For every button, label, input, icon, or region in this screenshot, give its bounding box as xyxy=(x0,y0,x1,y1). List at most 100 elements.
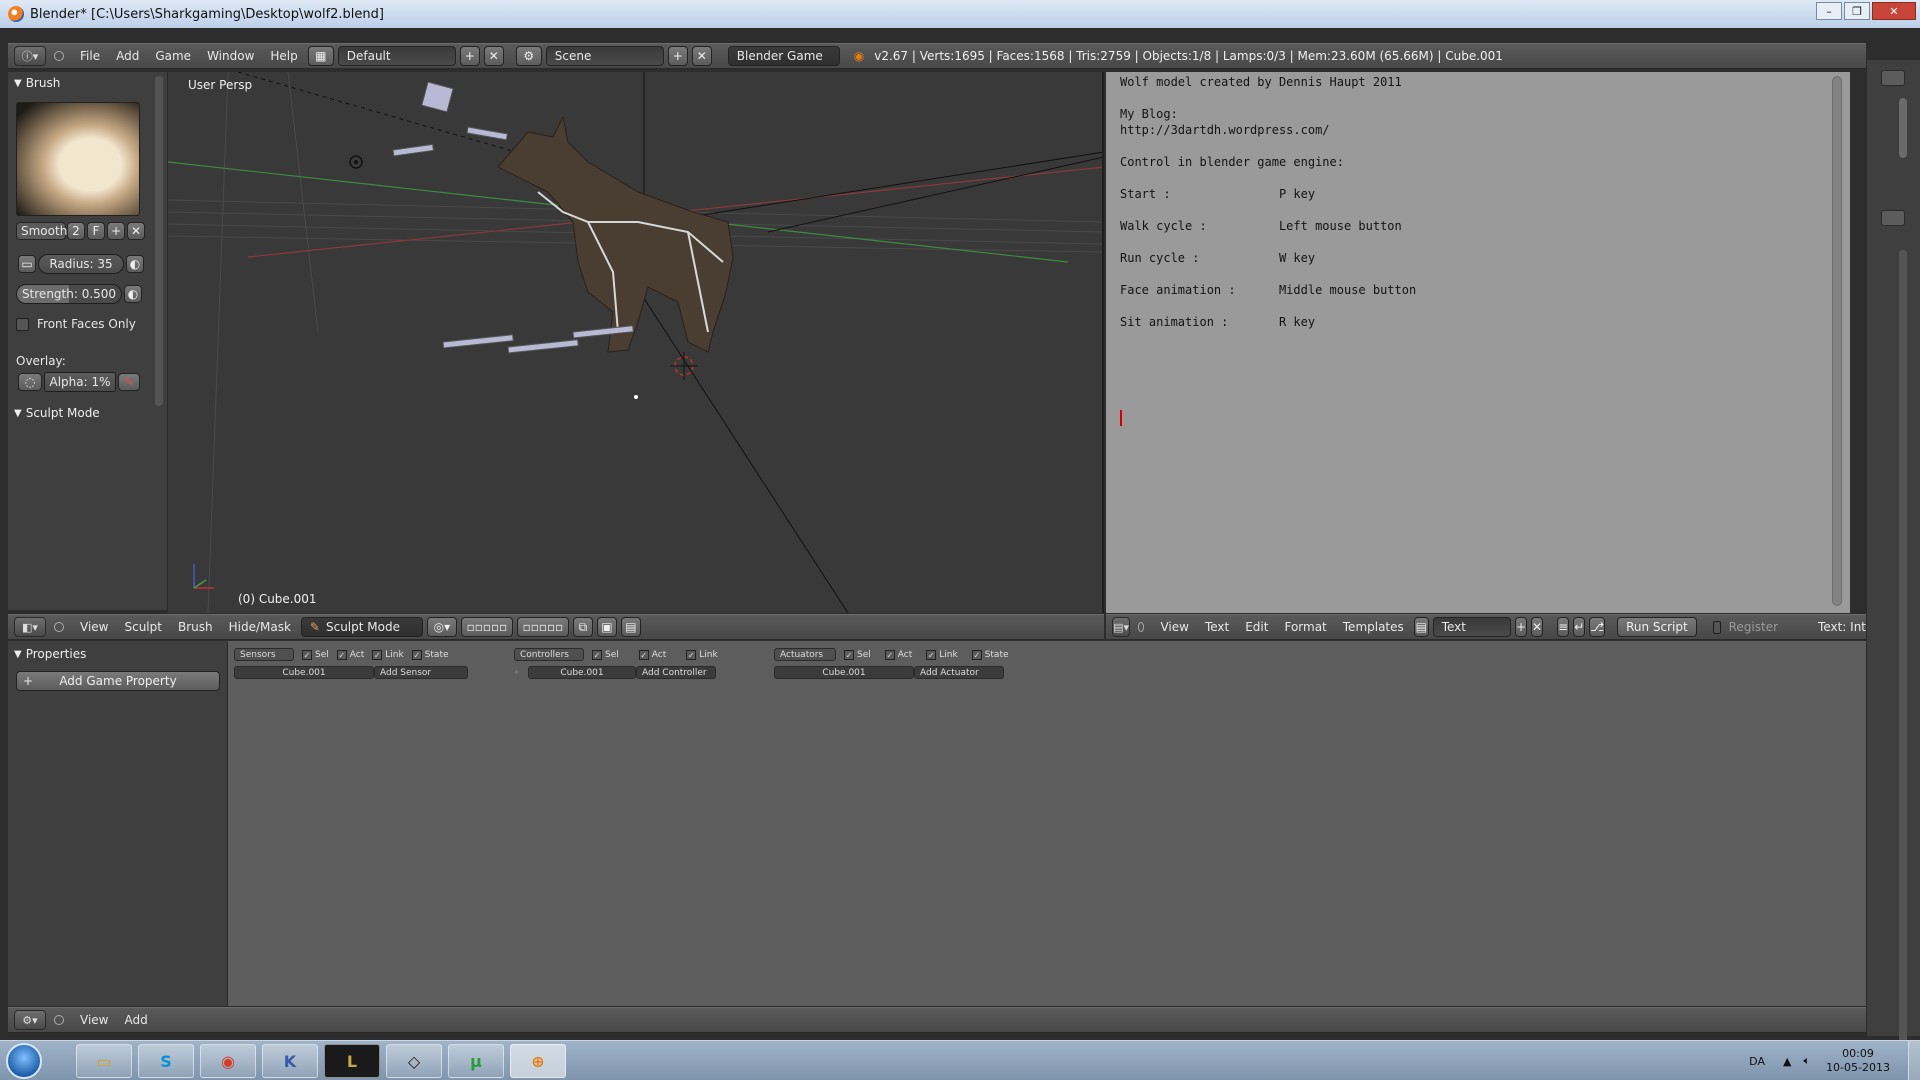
interaction-mode-select[interactable]: ✎ Sculpt Mode xyxy=(300,617,423,637)
menu-view[interactable]: View xyxy=(72,620,116,634)
remove-screen-button[interactable]: ✕ xyxy=(483,46,504,66)
run-script-button[interactable]: Run Script xyxy=(1617,617,1697,637)
unity-taskbar-icon[interactable]: ◇ xyxy=(386,1044,442,1078)
overlay-toggle-icon[interactable]: ◌ xyxy=(18,373,42,391)
syntax-highlight-toggle-icon[interactable]: ⎇ xyxy=(1589,617,1606,637)
menu-templates[interactable]: Templates xyxy=(1335,620,1412,634)
menu-help[interactable]: Help xyxy=(262,49,305,63)
skype-taskbar-icon[interactable]: S xyxy=(138,1044,194,1078)
add-game-property-button[interactable]: + Add Game Property xyxy=(16,671,220,691)
layer-buttons-group-2[interactable]: ▫▫▫▫▫ xyxy=(516,617,569,637)
menu-brush[interactable]: Brush xyxy=(170,620,221,634)
opengl-render-icon[interactable]: ▣ xyxy=(596,617,617,637)
sensors-object-field[interactable]: Cube.001 xyxy=(234,666,374,679)
controllers-filter-select[interactable]: Controllers xyxy=(514,648,584,661)
radius-lock-icon[interactable]: ▭ xyxy=(18,255,36,273)
opengl-animation-icon[interactable]: ▤ xyxy=(620,617,641,637)
brush-fake-user-button[interactable]: F xyxy=(87,222,105,240)
menu-add[interactable]: Add xyxy=(108,49,147,63)
sensors-sel-toggle[interactable]: ✓ Sel xyxy=(302,649,329,660)
header-collapse-icon[interactable] xyxy=(54,1015,64,1025)
header-collapse-icon[interactable] xyxy=(54,51,64,61)
overlay-brush-icon[interactable]: ✎ xyxy=(118,373,140,391)
keepass-taskbar-icon[interactable]: K xyxy=(262,1044,318,1078)
sensors-filter-select[interactable]: Sensors xyxy=(234,648,294,661)
add-controller-select[interactable]: Add Controller xyxy=(636,666,716,679)
start-button[interactable] xyxy=(6,1043,42,1079)
actuators-filter-select[interactable]: Actuators xyxy=(774,648,836,661)
add-actuator-select[interactable]: Add Actuator xyxy=(914,666,1004,679)
menu-window[interactable]: Window xyxy=(199,49,262,63)
menu-hide-mask[interactable]: Hide/Mask xyxy=(221,620,299,634)
lock-camera-icon[interactable]: ⧉ xyxy=(572,617,593,637)
logic-editor[interactable]: ▼ Properties + Add Game Property Sensors… xyxy=(8,641,1866,1006)
register-checkbox[interactable] xyxy=(1712,620,1721,634)
sculpt-mode-panel-header[interactable]: ▼ Sculpt Mode xyxy=(8,402,106,424)
minimize-button[interactable]: – xyxy=(1816,2,1842,20)
line-numbers-toggle-icon[interactable]: ≡ xyxy=(1557,617,1570,637)
actuators-state-toggle[interactable]: ✓ State xyxy=(971,649,1009,660)
strength-slider[interactable]: Strength: 0.500 xyxy=(16,284,122,304)
explorer-taskbar-icon[interactable]: ▭ xyxy=(76,1044,132,1078)
tool-shelf-scrollbar[interactable] xyxy=(155,76,163,406)
screen-layout-field[interactable]: Default xyxy=(337,46,456,66)
volume-icon[interactable]: 🔈︎ xyxy=(1803,1054,1810,1068)
text-browse-icon[interactable]: ▤ xyxy=(1413,617,1429,637)
add-scene-button[interactable]: + xyxy=(667,46,688,66)
properties-scrollbar-2[interactable] xyxy=(1899,250,1907,1070)
editor-type-text-button[interactable]: ▤▾ xyxy=(1112,617,1131,637)
add-sensor-select[interactable]: Add Sensor xyxy=(374,666,468,679)
menu-view[interactable]: View xyxy=(1152,620,1196,634)
radius-pressure-icon[interactable]: ◐ xyxy=(126,255,144,273)
3d-viewport[interactable]: User Persp (0) Cube.001 xyxy=(168,72,1104,613)
properties-panel-header[interactable]: ▼ Properties xyxy=(8,641,227,665)
word-wrap-toggle-icon[interactable]: ↵ xyxy=(1573,617,1586,637)
actuators-object-field[interactable]: Cube.001 xyxy=(774,666,914,679)
blender-taskbar-icon[interactable]: ⊕ xyxy=(510,1044,566,1078)
sensors-state-toggle[interactable]: ✓ State xyxy=(411,649,449,660)
brush-users-count[interactable]: 2 xyxy=(67,222,85,240)
sensors-act-toggle[interactable]: ✓ Act xyxy=(336,649,364,660)
screen-layout-icon[interactable]: ▦ xyxy=(307,46,334,66)
menu-sculpt[interactable]: Sculpt xyxy=(116,620,169,634)
text-editor[interactable]: Wolf model created by Dennis Haupt 2011 … xyxy=(1106,72,1850,613)
brush-panel-header[interactable]: ▼ Brush xyxy=(8,72,167,94)
text-editor-content[interactable]: Wolf model created by Dennis Haupt 2011 … xyxy=(1120,74,1416,330)
unlink-brush-button[interactable]: ✕ xyxy=(127,222,145,240)
controllers-link-toggle[interactable]: ✓ Link xyxy=(686,649,718,660)
scene-field[interactable]: Scene xyxy=(545,46,664,66)
render-engine-select[interactable]: Blender Game xyxy=(727,46,840,66)
text-datablock-field[interactable]: Text xyxy=(1432,617,1511,637)
add-screen-button[interactable]: + xyxy=(459,46,480,66)
menu-file[interactable]: File xyxy=(72,49,108,63)
utorrent-taskbar-icon[interactable]: μ xyxy=(448,1044,504,1078)
editor-type-3dview-button[interactable]: ◧▾ xyxy=(14,617,46,637)
language-indicator[interactable]: DA xyxy=(1749,1055,1765,1068)
properties-editor-icon-2[interactable] xyxy=(1881,210,1905,226)
show-desktop-button[interactable] xyxy=(1908,1041,1920,1080)
chrome-taskbar-icon[interactable]: ◉ xyxy=(200,1044,256,1078)
controllers-sel-toggle[interactable]: ✓ Sel xyxy=(592,649,619,660)
text-editor-scrollbar[interactable] xyxy=(1832,76,1842,606)
league-taskbar-icon[interactable]: L xyxy=(324,1044,380,1078)
sensors-link-toggle[interactable]: ✓ Link xyxy=(372,649,404,660)
remove-scene-button[interactable]: ✕ xyxy=(691,46,712,66)
taskbar-clock[interactable]: 00:09 10-05-2013 xyxy=(1826,1047,1890,1075)
editor-type-info-button[interactable]: ⓘ▾ xyxy=(14,46,46,66)
menu-add[interactable]: Add xyxy=(116,1013,155,1027)
menu-game[interactable]: Game xyxy=(147,49,199,63)
header-collapse-icon[interactable] xyxy=(1138,622,1145,632)
new-text-button[interactable]: + xyxy=(1514,617,1528,637)
controllers-object-field[interactable]: Cube.001 xyxy=(528,666,636,679)
brush-name-field[interactable]: Smooth xyxy=(16,222,67,240)
actuators-sel-toggle[interactable]: ✓ Sel xyxy=(844,649,871,660)
add-brush-button[interactable]: + xyxy=(107,222,125,240)
radius-slider[interactable]: Radius: 35 xyxy=(38,254,124,274)
controllers-act-toggle[interactable]: ✓ Act xyxy=(638,649,666,660)
maximize-button[interactable]: ❐ xyxy=(1844,2,1870,20)
menu-view[interactable]: View xyxy=(72,1013,116,1027)
strength-pressure-icon[interactable]: ◐ xyxy=(124,285,142,303)
scene-icon[interactable]: ⚙ xyxy=(515,46,542,66)
header-collapse-icon[interactable] xyxy=(54,622,64,632)
editor-type-logic-button[interactable]: ⚙▾ xyxy=(14,1010,46,1030)
